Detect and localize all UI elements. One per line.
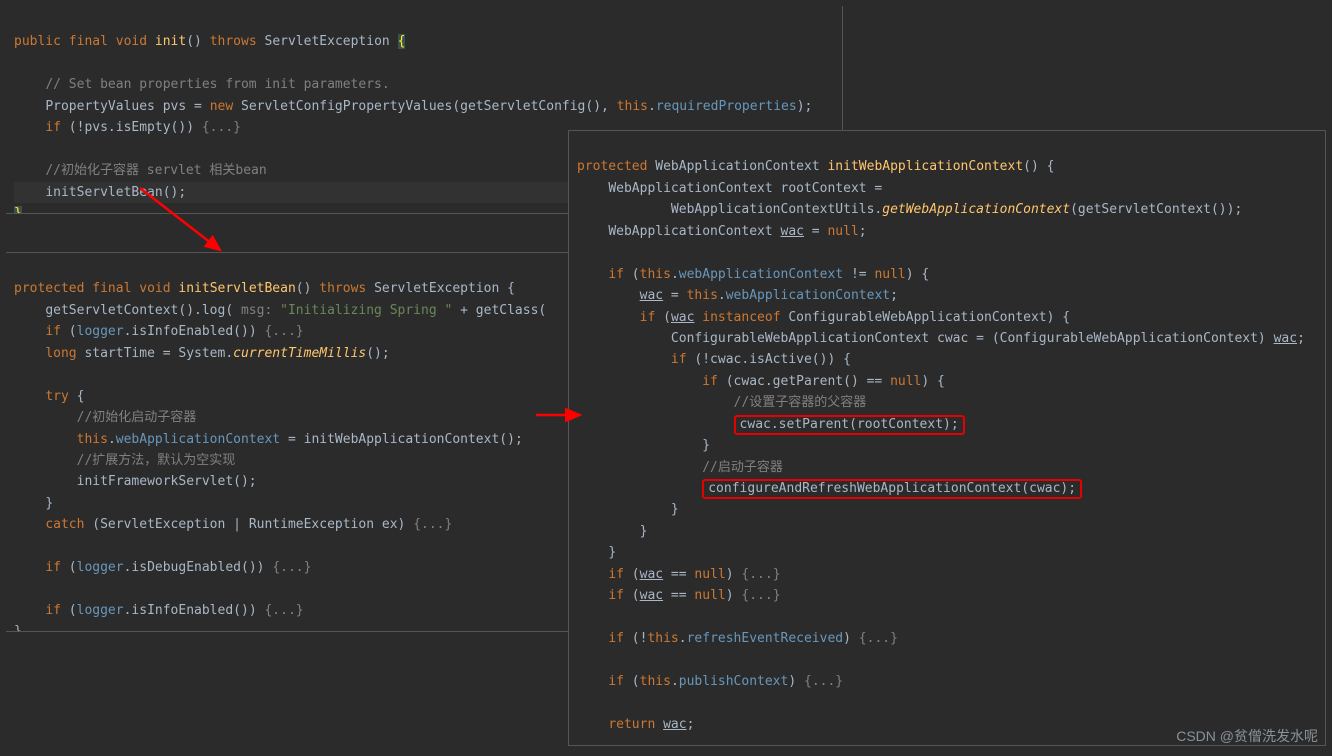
code-line: cwac.setParent(rootContext); — [577, 415, 965, 435]
keyword-void: void — [116, 34, 147, 49]
code-line: public final void init() throws ServletE… — [14, 34, 405, 49]
code-line: if (wac == null) {...} — [577, 567, 781, 582]
comment-cn: //初始化子容器 servlet 相关bean — [45, 163, 266, 178]
code-line: getServletContext().log( msg: "Initializ… — [14, 303, 546, 318]
code-line: } — [14, 624, 22, 632]
fold-marker[interactable]: {...} — [272, 560, 311, 575]
code-line: if (logger.isInfoEnabled()) {...} — [14, 324, 304, 339]
fold-marker[interactable]: {...} — [202, 120, 241, 135]
code-line: if (!cwac.isActive()) { — [577, 352, 851, 367]
fold-marker[interactable]: {...} — [741, 567, 780, 582]
code-line: if (logger.isInfoEnabled()) {...} — [14, 603, 304, 618]
code-line: if (cwac.getParent() == null) { — [577, 374, 945, 389]
comment-cn: //初始化启动子容器 — [77, 410, 197, 425]
code-line: try { — [14, 389, 84, 404]
code-block-initWebApplicationContext: protected WebApplicationContext initWebA… — [568, 130, 1326, 746]
code-line: return wac; — [577, 717, 694, 732]
code-line: initFrameworkServlet(); — [14, 474, 257, 489]
comment-cn: //设置子容器的父容器 — [734, 395, 867, 410]
code-line: catch (ServletException | RuntimeExcepti… — [14, 517, 452, 532]
code-line: } — [577, 438, 710, 453]
code-line: if (wac instanceof ConfigurableWebApplic… — [577, 310, 1070, 325]
code-line: } — [577, 502, 679, 517]
code-line: if (!this.refreshEventReceived) {...} — [577, 631, 898, 646]
code-line: protected final void initServletBean() t… — [14, 281, 515, 296]
keyword-public: public — [14, 34, 61, 49]
code-line: if (logger.isDebugEnabled()) {...} — [14, 560, 311, 575]
code-line: // Set bean properties from init paramet… — [14, 77, 390, 92]
fold-marker[interactable]: {...} — [804, 674, 843, 689]
fold-marker[interactable]: {...} — [741, 588, 780, 603]
fold-marker[interactable]: {...} — [413, 517, 452, 532]
brace-highlight: } — [14, 206, 22, 214]
code-line: //扩展方法，默认为空实现 — [14, 453, 235, 468]
code-line: PropertyValues pvs = new ServletConfigPr… — [14, 99, 812, 114]
code-block-initServletBean: protected final void initServletBean() t… — [6, 252, 572, 632]
code-line: ConfigurableWebApplicationContext cwac =… — [577, 331, 1305, 346]
code-line: //初始化子容器 servlet 相关bean — [14, 163, 267, 178]
code-line: WebApplicationContext wac = null; — [577, 224, 867, 239]
code-line: long startTime = System.currentTimeMilli… — [14, 346, 390, 361]
code-line: WebApplicationContext rootContext = — [577, 181, 882, 196]
code-line: if (!pvs.isEmpty()) {...} — [14, 120, 241, 135]
string-literal: "Initializing Spring " — [280, 303, 452, 318]
fold-marker[interactable]: {...} — [264, 603, 303, 618]
keyword-throws: throws — [210, 34, 257, 49]
comment: // Set bean properties from init paramet… — [45, 77, 389, 92]
code-line: wac = this.webApplicationContext; — [577, 288, 898, 303]
code-line: //启动子容器 — [577, 460, 783, 475]
code-line: if (this.publishContext) {...} — [577, 674, 843, 689]
brace-highlight: { — [398, 34, 406, 49]
code-line: } — [577, 524, 647, 539]
highlighted-call-configureAndRefresh: configureAndRefreshWebApplicationContext… — [702, 479, 1082, 499]
fold-marker[interactable]: {...} — [859, 631, 898, 646]
fold-marker[interactable]: {...} — [264, 324, 303, 339]
method-name: init — [155, 34, 186, 49]
comment-cn: //扩展方法，默认为空实现 — [77, 453, 236, 468]
highlighted-call-setParent: cwac.setParent(rootContext); — [734, 415, 965, 435]
code-line: WebApplicationContextUtils.getWebApplica… — [577, 202, 1242, 217]
code-line: if (wac == null) {...} — [577, 588, 781, 603]
code-line: //设置子容器的父容器 — [577, 395, 866, 410]
method-name: initWebApplicationContext — [827, 159, 1023, 174]
code-line: //初始化启动子容器 — [14, 410, 196, 425]
watermark: CSDN @贫僧洗发水呢 — [1176, 726, 1318, 746]
code-line: protected WebApplicationContext initWebA… — [577, 159, 1054, 174]
code-line: } — [577, 545, 616, 560]
code-line: this.webApplicationContext = initWebAppl… — [14, 432, 523, 447]
code-line: if (this.webApplicationContext != null) … — [577, 267, 929, 282]
code-line: } — [14, 206, 22, 214]
method-name: initServletBean — [178, 281, 295, 296]
comment-cn: //启动子容器 — [702, 460, 783, 475]
code-line: } — [14, 496, 53, 511]
code-line: configureAndRefreshWebApplicationContext… — [577, 479, 1082, 499]
keyword-final: final — [69, 34, 108, 49]
